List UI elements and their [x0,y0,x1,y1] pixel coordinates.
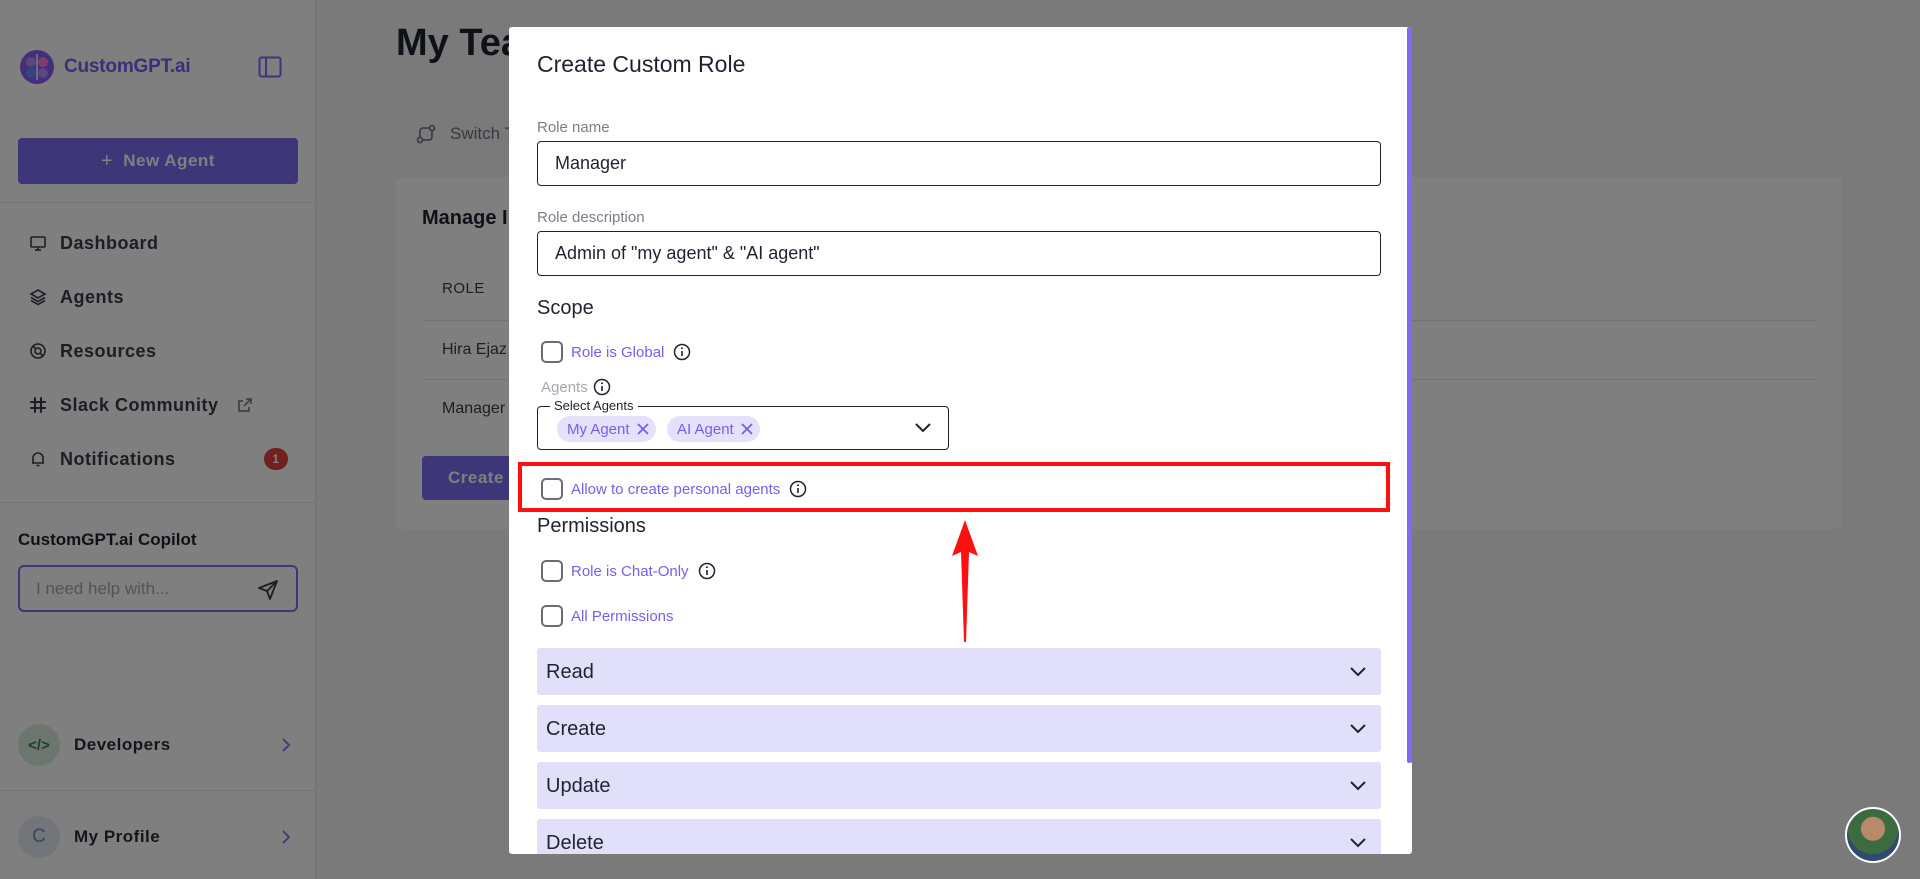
chevron-down-icon [1349,779,1367,791]
info-icon[interactable] [593,378,611,396]
info-icon[interactable] [698,562,716,580]
chevron-down-icon [1349,665,1367,677]
chat-only-checkbox[interactable] [541,560,563,582]
annotation-arrow-icon [952,520,978,642]
chat-only-label[interactable]: Role is Chat-Only [571,563,689,580]
chat-only-checkbox-row[interactable]: Role is Chat-Only [541,560,716,582]
close-icon[interactable] [740,422,754,436]
role-description-label: Role description [537,209,645,226]
role-name-input[interactable]: Manager [537,141,1381,186]
agents-label: Agents [541,378,611,396]
all-permissions-label[interactable]: All Permissions [571,608,674,625]
role-is-global-checkbox[interactable] [541,341,563,363]
accordion-label: Read [546,661,594,683]
agent-chip: My Agent [557,416,656,442]
annotation-highlight-box [518,462,1390,512]
select-agents-field[interactable]: Select Agents My Agent AI Agent [537,398,949,450]
chevron-down-icon[interactable] [914,421,932,435]
scrollbar[interactable] [1407,27,1412,763]
modal-title: Create Custom Role [537,51,746,77]
role-description-input[interactable]: Admin of "my agent" & "AI agent" [537,231,1381,276]
accordion-delete[interactable]: Delete [537,819,1381,854]
accordion-label: Create [546,718,607,740]
accordion-create[interactable]: Create [537,705,1381,752]
accordion-label: Update [546,775,611,797]
permissions-heading: Permissions [537,515,646,537]
chevron-down-icon [1349,836,1367,848]
support-chat-avatar[interactable] [1845,807,1901,863]
accordion-label: Delete [546,832,604,854]
accordion-update[interactable]: Update [537,762,1381,809]
all-permissions-checkbox-row[interactable]: All Permissions [541,605,674,627]
create-custom-role-modal: Create Custom Role Role name Manager Rol… [509,27,1412,854]
scope-heading: Scope [537,297,594,319]
all-permissions-checkbox[interactable] [541,605,563,627]
role-is-global-label[interactable]: Role is Global [571,344,664,361]
role-name-label: Role name [537,119,610,136]
role-is-global-checkbox-row[interactable]: Role is Global [541,341,691,363]
chevron-down-icon [1349,722,1367,734]
agent-chip: AI Agent [667,416,760,442]
info-icon[interactable] [673,343,691,361]
accordion-read[interactable]: Read [537,648,1381,695]
close-icon[interactable] [636,422,650,436]
chip-label: AI Agent [677,420,734,438]
chip-label: My Agent [567,420,630,438]
agents-label-text: Agents [541,378,588,396]
select-agents-legend: Select Agents [550,398,638,413]
